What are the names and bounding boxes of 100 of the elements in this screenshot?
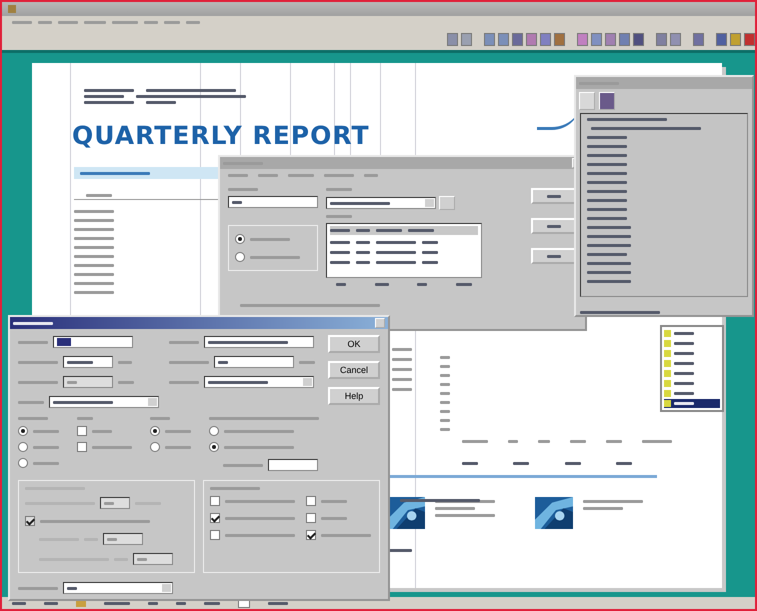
- text-line: [225, 534, 295, 536]
- button[interactable]: [531, 188, 577, 204]
- radio-button[interactable]: [209, 426, 219, 436]
- radio-button[interactable]: [18, 442, 28, 452]
- checkbox[interactable]: [210, 530, 220, 540]
- tool-icon[interactable]: [577, 32, 588, 46]
- text-line: [84, 89, 134, 92]
- text-line: [587, 208, 627, 210]
- tool-icon[interactable]: [526, 32, 537, 46]
- text-line: [225, 516, 295, 520]
- report-title: QUARTERLY REPORT: [72, 121, 370, 150]
- radio-button[interactable]: [235, 234, 245, 244]
- text-line: [330, 260, 350, 264]
- dropdown[interactable]: [49, 396, 159, 408]
- text-line: [77, 417, 93, 420]
- person-icon[interactable]: [599, 92, 615, 110]
- dropdown[interactable]: [63, 582, 173, 594]
- tool-icon[interactable]: [670, 32, 681, 46]
- input-field[interactable]: [204, 336, 314, 348]
- text-line: [104, 502, 114, 504]
- text-line: [210, 487, 260, 490]
- button[interactable]: OK: [328, 335, 380, 353]
- list-item[interactable]: [664, 399, 720, 408]
- checkbox[interactable]: [77, 426, 87, 436]
- tool-icon[interactable]: [730, 32, 741, 46]
- tool-icon[interactable]: [484, 32, 495, 46]
- text-line: [18, 586, 58, 590]
- checkbox[interactable]: [210, 496, 220, 506]
- text-line: [440, 383, 450, 386]
- radio-button[interactable]: [18, 426, 28, 436]
- tool-icon[interactable]: [633, 32, 644, 46]
- text-line: [74, 282, 114, 284]
- text-line: [18, 417, 48, 420]
- tool-icon[interactable]: [447, 32, 458, 46]
- text-line: [33, 462, 59, 464]
- text-line: [18, 380, 58, 384]
- checkbox[interactable]: [306, 530, 316, 540]
- text-line: [587, 190, 627, 192]
- text-line: [74, 210, 114, 212]
- button[interactable]: Cancel: [328, 361, 380, 379]
- dropdown[interactable]: [326, 197, 436, 209]
- text-line: [392, 358, 412, 361]
- text-line: [587, 198, 627, 202]
- text-line: [18, 400, 44, 404]
- dropdown[interactable]: [204, 376, 314, 388]
- text-line: [144, 20, 158, 24]
- tool-icon[interactable]: [656, 32, 667, 46]
- text-line: [18, 360, 58, 364]
- text-line: [674, 392, 694, 395]
- checkbox[interactable]: [210, 513, 220, 523]
- tool-icon[interactable]: [619, 32, 630, 46]
- input-field[interactable]: [228, 196, 318, 208]
- input-field[interactable]: [214, 356, 294, 368]
- input-field[interactable]: [53, 336, 133, 348]
- input-field[interactable]: [268, 459, 318, 471]
- tool-icon[interactable]: [591, 32, 602, 46]
- tool-icon[interactable]: [744, 32, 755, 46]
- tool-icon[interactable]: [605, 32, 616, 46]
- checkbox[interactable]: [306, 513, 316, 523]
- input-field[interactable]: [63, 356, 113, 368]
- text-line: [165, 446, 191, 448]
- text-line: [164, 20, 180, 24]
- button[interactable]: [531, 248, 577, 264]
- text-line: [587, 262, 631, 264]
- text-line: [250, 238, 290, 240]
- close-icon[interactable]: [375, 318, 385, 328]
- text-line: [606, 440, 622, 443]
- tool-icon[interactable]: [498, 32, 509, 46]
- text-line: [107, 538, 117, 540]
- text-line: [440, 401, 450, 404]
- tool-icon[interactable]: [693, 32, 704, 46]
- text-line: [169, 340, 199, 344]
- radio-button[interactable]: [150, 426, 160, 436]
- text-line: [58, 20, 78, 24]
- tool-icon[interactable]: [540, 32, 551, 46]
- button[interactable]: Help: [328, 387, 380, 405]
- text-line: [376, 250, 416, 254]
- tool-icon[interactable]: [461, 32, 472, 46]
- radio-button[interactable]: [209, 442, 219, 452]
- text-line: [440, 365, 450, 368]
- checkbox[interactable]: [77, 442, 87, 452]
- tool-icon[interactable]: [554, 32, 565, 46]
- text-line: [547, 224, 561, 228]
- text-line: [583, 500, 643, 503]
- button[interactable]: [531, 218, 577, 234]
- radio-button[interactable]: [18, 458, 28, 468]
- text-line: [456, 283, 472, 286]
- checkbox[interactable]: [25, 516, 35, 526]
- text-line: [224, 430, 294, 432]
- tool-icon[interactable]: [512, 32, 523, 46]
- text-line: [376, 240, 416, 244]
- text-line: [587, 252, 627, 256]
- text-line: [356, 260, 370, 264]
- text-line: [417, 283, 428, 286]
- text-line: [674, 372, 694, 375]
- text-line: [74, 272, 114, 276]
- tool-icon[interactable]: [716, 32, 727, 46]
- checkbox[interactable]: [306, 496, 316, 506]
- radio-button[interactable]: [150, 442, 160, 452]
- radio-button[interactable]: [235, 252, 245, 262]
